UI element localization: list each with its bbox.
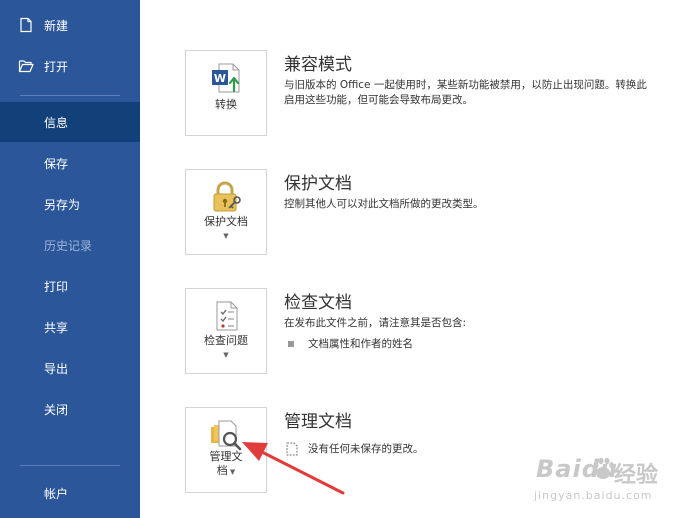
inspect-document-section: 检查问题 ▼ 检查文档 在发布此文件之前，请注意其是否包含: 文档属性和作者的姓…	[185, 288, 694, 374]
tile-label: 保护文档	[204, 215, 248, 228]
section-title: 兼容模式	[284, 55, 352, 75]
sidebar-item-new[interactable]: 新建	[0, 5, 140, 45]
sidebar-item-print[interactable]: 打印	[0, 266, 140, 306]
manage-document-button[interactable]: 管理文 档 ▼	[185, 407, 267, 493]
section-title: 保护文档	[284, 174, 352, 194]
document-dashed-icon	[286, 442, 298, 455]
sidebar-item-save-as[interactable]: 另存为	[0, 184, 140, 224]
bullet-icon	[288, 340, 294, 347]
description-line: 在发布此文件之前，请注意其是否包含:	[284, 317, 467, 329]
description-line: 启用这些功能，但可能会导致布局更改。	[284, 94, 473, 106]
sidebar-item-label: 信息	[44, 115, 69, 130]
sidebar-item-label: 打开	[44, 59, 69, 74]
sidebar-item-history: 历史记录	[0, 225, 140, 265]
description-line: 控制其他人可以对此文档所做的更改类型。	[284, 198, 484, 210]
section-description: 与旧版本的 Office 一起使用时，某些新功能被禁用，以防止出现问题。转换此 …	[284, 78, 694, 108]
dropdown-caret-icon: ▼	[223, 232, 229, 240]
tile-label: 检查问题	[204, 334, 248, 347]
document-checklist-icon	[216, 301, 238, 331]
sidebar-item-account[interactable]: 帐户	[0, 473, 140, 513]
watermark-url: jingyan.baidu.com	[534, 489, 653, 502]
sidebar-item-label: 新建	[44, 18, 69, 33]
tile-label: 管理文 档 ▼	[186, 450, 266, 479]
tile-label-line: 管理文	[209, 450, 243, 463]
sidebar-item-open[interactable]: 打开	[0, 46, 140, 86]
sidebar-item-label: 保存	[44, 156, 69, 171]
word-convert-icon: W	[212, 63, 240, 93]
sidebar-divider	[20, 465, 120, 466]
sidebar-divider	[20, 95, 120, 96]
lock-key-icon	[213, 181, 241, 212]
sidebar-item-close[interactable]: 关闭	[0, 389, 140, 429]
sidebar-item-label: 历史记录	[44, 238, 93, 253]
sidebar-item-label: 另存为	[44, 197, 81, 212]
sidebar-item-label: 共享	[44, 320, 69, 335]
dropdown-caret-icon: ▼	[227, 468, 236, 476]
compatibility-mode-section: W 转换 兼容模式 与旧版本的 Office 一起使用时，某些新功能被禁用，以防…	[185, 50, 694, 136]
dropdown-caret-icon: ▼	[223, 351, 229, 359]
watermark-brand-cn: 经验	[614, 463, 659, 488]
section-title: 管理文档	[284, 412, 352, 432]
sidebar-item-label: 导出	[44, 361, 69, 376]
bullet-text: 没有任何未保存的更改。	[308, 443, 424, 455]
bullet-text: 文档属性和作者的姓名	[308, 338, 413, 350]
check-for-issues-button[interactable]: 检查问题 ▼	[185, 288, 267, 374]
convert-button[interactable]: W 转换	[185, 50, 267, 136]
description-line: 与旧版本的 Office 一起使用时，某些新功能被禁用，以防止出现问题。转换此	[284, 79, 647, 91]
svg-text:W: W	[214, 72, 226, 85]
sidebar-item-label: 帐户	[44, 486, 69, 501]
watermark-brand: Baidu	[536, 455, 618, 483]
section-title: 检查文档	[284, 293, 352, 313]
tile-label-line: 档 ▼	[186, 464, 266, 479]
backstage-sidebar: 新建 打开 信息 保存 另存为 历史记录 打印 共享 导出 关闭 帐户	[0, 0, 140, 518]
sidebar-item-share[interactable]: 共享	[0, 307, 140, 347]
sidebar-item-export[interactable]: 导出	[0, 348, 140, 388]
section-description: 控制其他人可以对此文档所做的更改类型。	[284, 197, 694, 212]
sidebar-item-info[interactable]: 信息	[0, 102, 140, 142]
tile-label: 转换	[215, 98, 237, 111]
protect-document-button[interactable]: 保护文档 ▼	[185, 169, 267, 255]
sidebar-item-label: 关闭	[44, 402, 69, 417]
protect-document-section: 保护文档 ▼ 保护文档 控制其他人可以对此文档所做的更改类型。	[185, 169, 694, 255]
manage-document-magnifier-icon	[211, 420, 242, 451]
section-description: 在发布此文件之前，请注意其是否包含:	[284, 316, 694, 331]
new-document-icon	[20, 17, 32, 33]
baidu-watermark: Baidu 经验 jingyan.baidu.com	[530, 455, 680, 515]
sidebar-item-save[interactable]: 保存	[0, 143, 140, 183]
sidebar-item-label: 打印	[44, 279, 69, 294]
list-item: 文档属性和作者的姓名	[284, 336, 413, 351]
open-folder-icon	[18, 60, 34, 73]
list-item: 没有任何未保存的更改。	[284, 441, 424, 456]
tile-label-text: 档	[216, 464, 228, 477]
